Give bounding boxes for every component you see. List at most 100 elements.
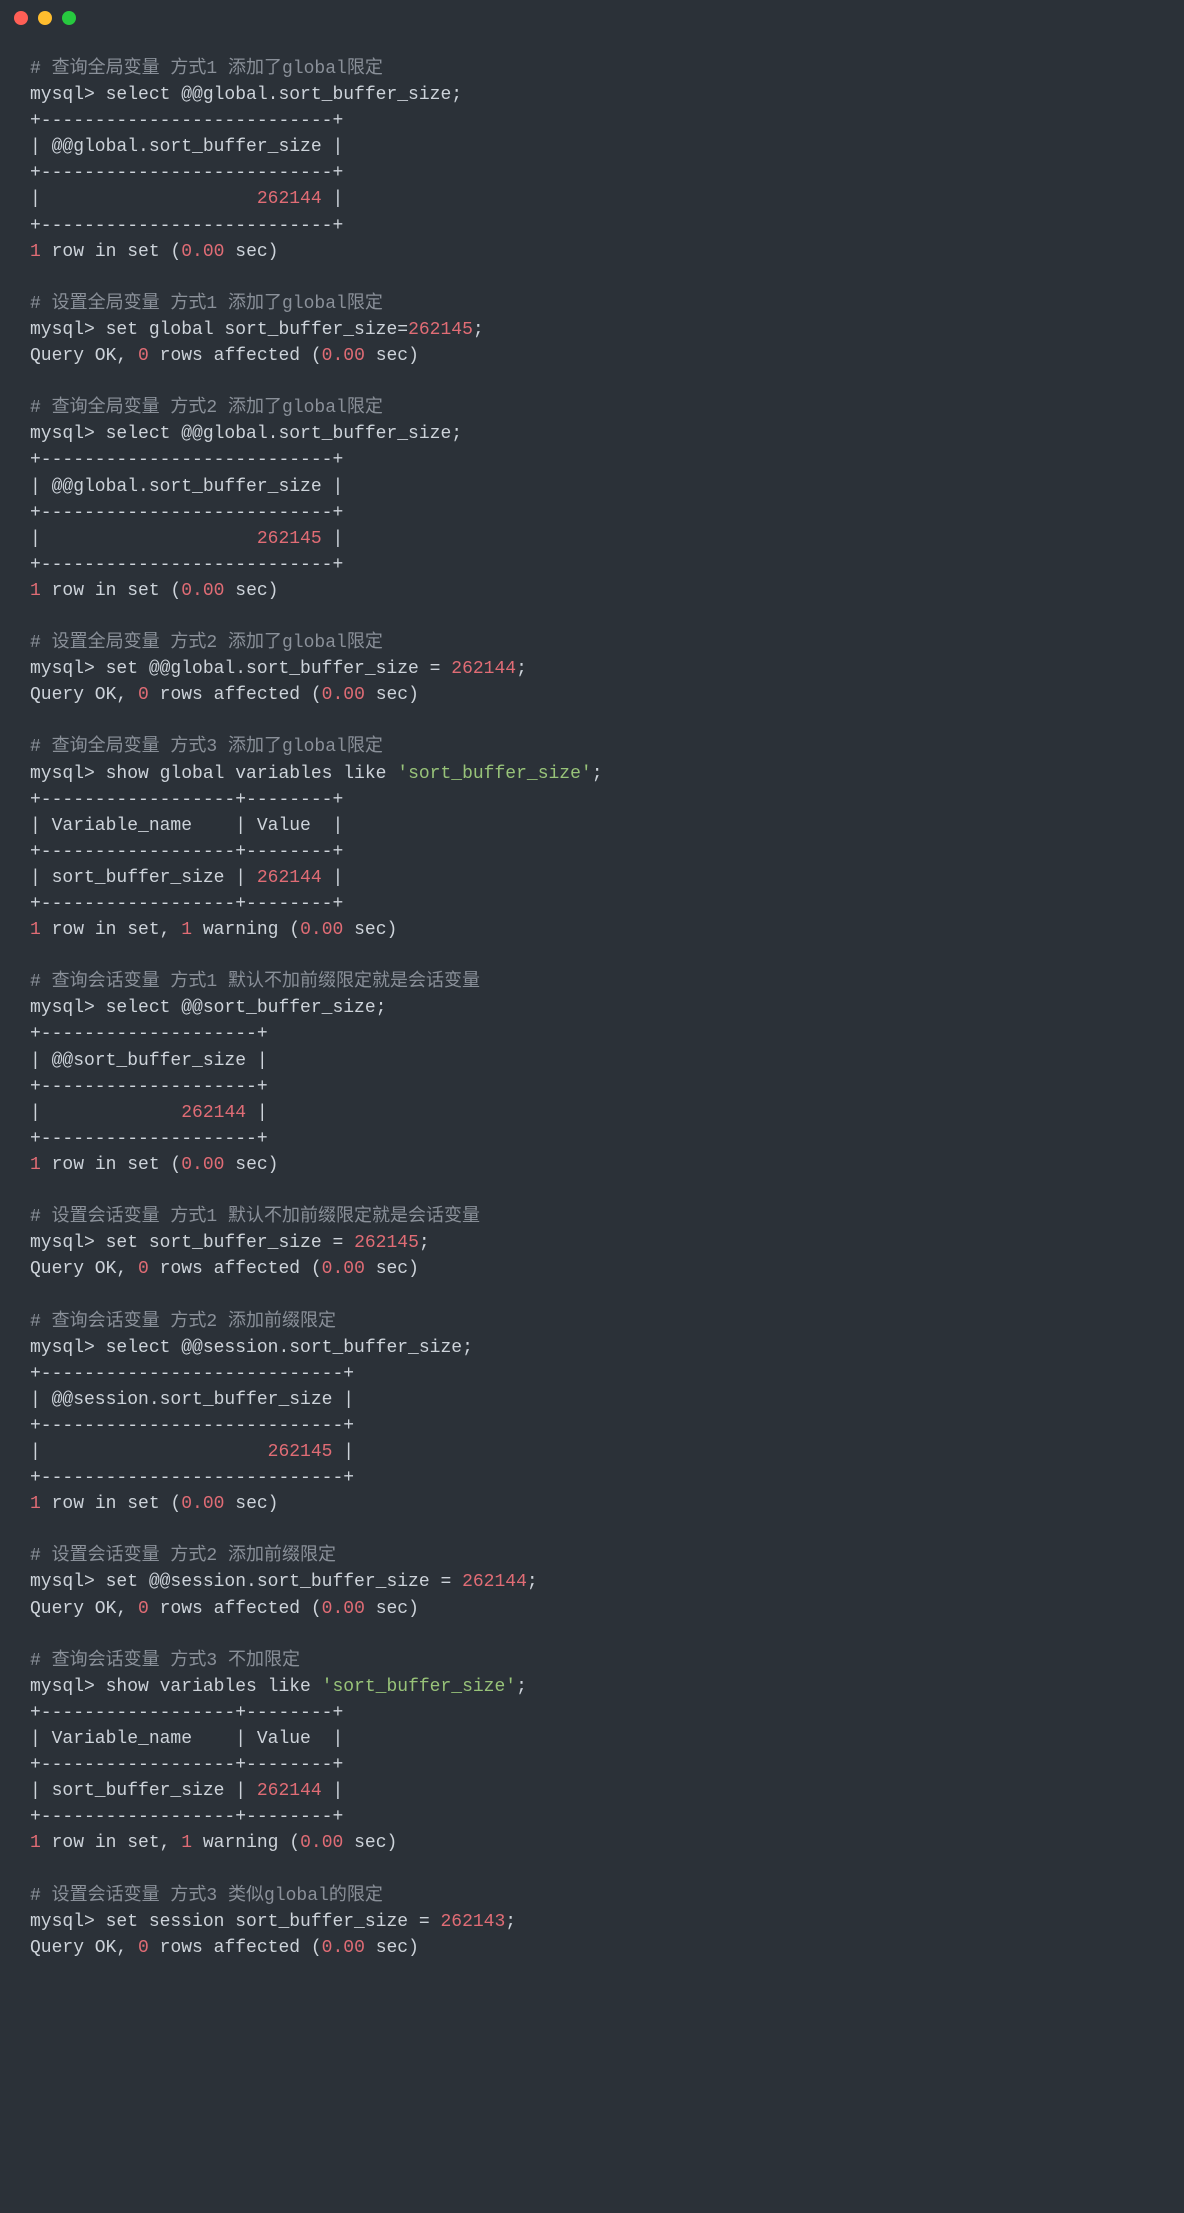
minimize-icon[interactable]: [38, 11, 52, 25]
terminal-text-segment: sec): [343, 1833, 397, 1853]
terminal-text-segment: +--------------------+: [30, 1077, 268, 1097]
terminal-text-segment: rows affected (: [149, 685, 322, 705]
terminal-text-segment: 'sort_buffer_size': [322, 1677, 516, 1697]
terminal-text-segment: # 查询会话变量 方式1 默认不加前缀限定就是会话变量: [30, 972, 480, 992]
terminal-line: mysql> show global variables like 'sort_…: [30, 761, 1154, 787]
terminal-line: [30, 943, 1154, 969]
terminal-line: +----------------------------+: [30, 1465, 1154, 1491]
terminal-text-segment: Query OK,: [30, 346, 138, 366]
terminal-text-segment: 0.00: [322, 346, 365, 366]
terminal-line: | 262144 |: [30, 186, 1154, 212]
terminal-line: | Variable_name | Value |: [30, 813, 1154, 839]
terminal-text-segment: row in set (: [41, 1155, 181, 1175]
terminal-text-segment: 1: [30, 920, 41, 940]
terminal-line: mysql> show variables like 'sort_buffer_…: [30, 1674, 1154, 1700]
terminal-line: mysql> set global sort_buffer_size=26214…: [30, 317, 1154, 343]
close-icon[interactable]: [14, 11, 28, 25]
terminal-text-segment: 262144: [257, 1781, 322, 1801]
terminal-text-segment: | sort_buffer_size |: [30, 1781, 257, 1801]
terminal-line: # 查询会话变量 方式2 添加前缀限定: [30, 1309, 1154, 1335]
terminal-line: | sort_buffer_size | 262144 |: [30, 1778, 1154, 1804]
terminal-line: [30, 1517, 1154, 1543]
terminal-text-segment: sec): [365, 1938, 419, 1958]
terminal-line: Query OK, 0 rows affected (0.00 sec): [30, 343, 1154, 369]
terminal-text-segment: rows affected (: [149, 346, 322, 366]
terminal-line: 1 row in set (0.00 sec): [30, 239, 1154, 265]
terminal-text-segment: ;: [419, 1233, 430, 1253]
terminal-text-segment: mysql> set @@global.sort_buffer_size =: [30, 659, 451, 679]
terminal-line: +------------------+--------+: [30, 1804, 1154, 1830]
terminal-text-segment: sec): [224, 242, 278, 262]
terminal-text-segment: 0.00: [322, 1259, 365, 1279]
terminal-text-segment: row in set,: [41, 920, 181, 940]
terminal-line: | @@sort_buffer_size |: [30, 1048, 1154, 1074]
terminal-text-segment: |: [322, 868, 344, 888]
terminal-text-segment: 0.00: [322, 685, 365, 705]
terminal-text-segment: |: [332, 1442, 354, 1462]
terminal-text-segment: 0: [138, 1599, 149, 1619]
terminal-line: mysql> set @@session.sort_buffer_size = …: [30, 1569, 1154, 1595]
terminal-line: Query OK, 0 rows affected (0.00 sec): [30, 1256, 1154, 1282]
terminal-text-segment: +----------------------------+: [30, 1416, 354, 1436]
terminal-text-segment: +----------------------------+: [30, 1468, 354, 1488]
terminal-line: | @@global.sort_buffer_size |: [30, 134, 1154, 160]
terminal-text-segment: mysql> select @@sort_buffer_size;: [30, 998, 386, 1018]
terminal-text-segment: # 设置全局变量 方式2 添加了global限定: [30, 633, 383, 653]
terminal-text-segment: +------------------+--------+: [30, 790, 343, 810]
terminal-text-segment: mysql> show variables like: [30, 1677, 322, 1697]
terminal-text-segment: rows affected (: [149, 1599, 322, 1619]
terminal-text-segment: row in set,: [41, 1833, 181, 1853]
terminal-text-segment: # 设置全局变量 方式1 添加了global限定: [30, 294, 383, 314]
terminal-text-segment: +---------------------------+: [30, 111, 343, 131]
terminal-text-segment: +----------------------------+: [30, 1364, 354, 1384]
terminal-line: mysql> set sort_buffer_size = 262145;: [30, 1230, 1154, 1256]
terminal-text-segment: | Variable_name | Value |: [30, 1729, 343, 1749]
terminal-line: | @@global.sort_buffer_size |: [30, 474, 1154, 500]
terminal-line: +---------------------------+: [30, 160, 1154, 186]
terminal-line: [30, 1282, 1154, 1308]
terminal-text-segment: 1: [30, 1155, 41, 1175]
terminal-line: +------------------+--------+: [30, 1752, 1154, 1778]
terminal-text-segment: sec): [343, 920, 397, 940]
terminal-text-segment: | Variable_name | Value |: [30, 816, 343, 836]
terminal-text-segment: sec): [365, 685, 419, 705]
terminal-line: # 设置会话变量 方式1 默认不加前缀限定就是会话变量: [30, 1204, 1154, 1230]
terminal-line: +------------------+--------+: [30, 839, 1154, 865]
terminal-text-segment: 0: [138, 346, 149, 366]
terminal-line: [30, 369, 1154, 395]
terminal-line: [30, 1856, 1154, 1882]
terminal-text-segment: row in set (: [41, 1494, 181, 1514]
terminal-line: +------------------+--------+: [30, 1700, 1154, 1726]
terminal-text-segment: 0.00: [322, 1599, 365, 1619]
terminal-text-segment: 262144: [451, 659, 516, 679]
terminal-text-segment: 'sort_buffer_size': [397, 764, 591, 784]
terminal-text-segment: 0.00: [181, 242, 224, 262]
maximize-icon[interactable]: [62, 11, 76, 25]
terminal-text-segment: # 设置会话变量 方式1 默认不加前缀限定就是会话变量: [30, 1207, 480, 1227]
terminal-line: 1 row in set, 1 warning (0.00 sec): [30, 1830, 1154, 1856]
terminal-text-segment: 0.00: [300, 920, 343, 940]
terminal-text-segment: mysql> set sort_buffer_size =: [30, 1233, 354, 1253]
terminal-line: +----------------------------+: [30, 1413, 1154, 1439]
terminal-text-segment: sec): [365, 1599, 419, 1619]
terminal-text-segment: +---------------------------+: [30, 450, 343, 470]
terminal-line: | 262145 |: [30, 526, 1154, 552]
terminal-line: +---------------------------+: [30, 213, 1154, 239]
terminal-line: mysql> set session sort_buffer_size = 26…: [30, 1909, 1154, 1935]
terminal-text-segment: | @@global.sort_buffer_size |: [30, 137, 343, 157]
terminal-text-segment: ;: [516, 659, 527, 679]
terminal-output: # 查询全局变量 方式1 添加了global限定mysql> select @@…: [0, 36, 1184, 1991]
terminal-text-segment: sec): [365, 346, 419, 366]
terminal-text-segment: 0.00: [181, 1494, 224, 1514]
terminal-line: +------------------+--------+: [30, 891, 1154, 917]
terminal-text-segment: warning (: [192, 1833, 300, 1853]
terminal-line: mysql> select @@session.sort_buffer_size…: [30, 1335, 1154, 1361]
terminal-text-segment: mysql> set session sort_buffer_size =: [30, 1912, 440, 1932]
terminal-text-segment: mysql> show global variables like: [30, 764, 397, 784]
terminal-line: # 查询会话变量 方式3 不加限定: [30, 1648, 1154, 1674]
terminal-text-segment: 0: [138, 1938, 149, 1958]
terminal-text-segment: 1: [181, 1833, 192, 1853]
terminal-line: +---------------------------+: [30, 552, 1154, 578]
terminal-line: [30, 1178, 1154, 1204]
terminal-text-segment: 262144: [181, 1103, 246, 1123]
